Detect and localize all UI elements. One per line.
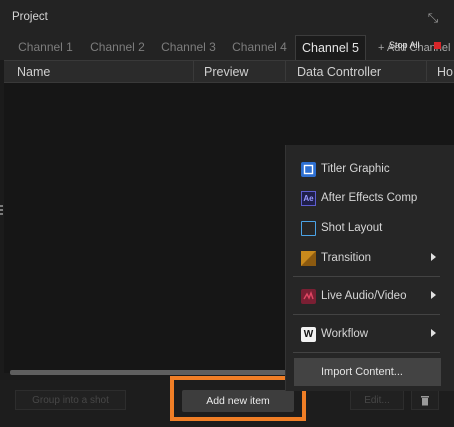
column-header-name[interactable]: Name	[17, 65, 50, 79]
after-effects-icon: Ae	[301, 191, 316, 206]
tab-channel-3[interactable]: Channel 3	[153, 35, 224, 60]
tab-channel-4[interactable]: Channel 4	[224, 35, 295, 60]
panel-titlebar	[0, 0, 454, 35]
panel-title: Project	[12, 11, 48, 23]
menu-item-live-audio-video[interactable]: Live Audio/Video	[285, 284, 454, 310]
submenu-arrow-icon	[431, 253, 436, 261]
menu-separator	[293, 276, 440, 277]
column-header-preview[interactable]: Preview	[204, 65, 248, 79]
import-content-button[interactable]: Import Content...	[294, 358, 441, 386]
column-divider[interactable]	[193, 61, 194, 81]
column-divider[interactable]	[426, 61, 427, 81]
menu-item-label: After Effects Comp	[321, 192, 418, 204]
shot-layout-icon	[301, 221, 316, 236]
import-content-label: Import Content...	[321, 366, 403, 378]
edit-button[interactable]: Edit...	[350, 390, 404, 410]
workflow-icon: W	[301, 327, 316, 342]
live-audio-video-icon	[301, 289, 316, 304]
delete-button[interactable]	[411, 390, 439, 410]
stop-all-button[interactable]: Stop All	[389, 40, 420, 50]
menu-separator	[293, 314, 440, 315]
menu-item-workflow[interactable]: W Workflow	[285, 322, 454, 348]
column-header-data-controller[interactable]: Data Controller	[297, 65, 381, 79]
menu-item-shot-layout[interactable]: Shot Layout	[285, 216, 454, 242]
menu-item-label: Shot Layout	[321, 222, 383, 234]
transition-icon	[301, 251, 316, 266]
menu-separator	[293, 352, 440, 353]
menu-item-label: Transition	[321, 252, 372, 264]
menu-item-transition[interactable]: Transition	[285, 246, 454, 272]
menu-item-label: Titler Graphic	[321, 163, 390, 175]
submenu-arrow-icon	[431, 291, 436, 299]
menu-item-label: Live Audio/Video	[321, 290, 407, 302]
column-divider[interactable]	[285, 61, 286, 81]
submenu-arrow-icon	[431, 329, 436, 337]
menu-item-label: Workflow	[321, 328, 369, 340]
menu-item-after-effects-comp[interactable]: Ae After Effects Comp	[285, 186, 454, 212]
menu-item-titler-graphic[interactable]: Titler Graphic	[285, 157, 454, 183]
trash-icon	[421, 396, 429, 406]
tab-channel-1[interactable]: Channel 1	[10, 35, 81, 60]
column-header-ho[interactable]: Ho	[437, 65, 453, 79]
titler-graphic-icon	[301, 162, 316, 177]
group-into-shot-button[interactable]: Group into a shot	[15, 390, 126, 410]
stop-indicator-icon	[434, 42, 441, 49]
collapse-icon[interactable]: ⤡	[425, 10, 441, 26]
tab-channel-5[interactable]: Channel 5	[295, 35, 366, 60]
tab-channel-2[interactable]: Channel 2	[82, 35, 153, 60]
left-resize-grip-icon[interactable]	[0, 205, 3, 217]
